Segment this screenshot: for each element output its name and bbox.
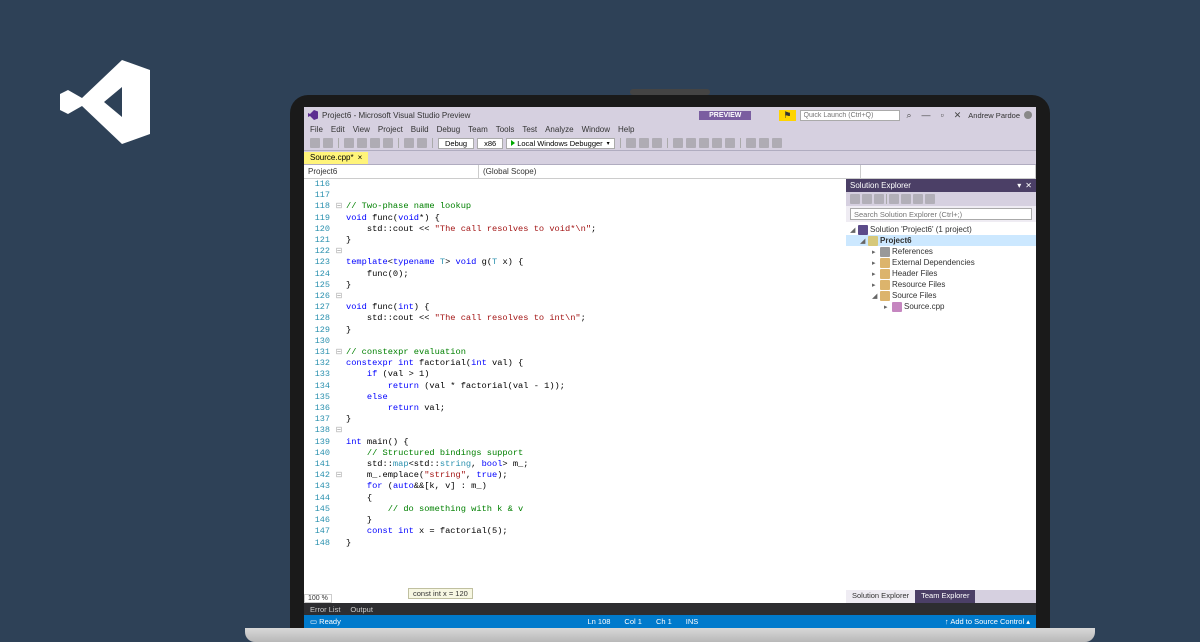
maximize-button[interactable]: ▫ (938, 110, 947, 120)
solution-explorer: Solution Explorer ▾ ✕ (846, 179, 1036, 603)
status-ready: ▭ Ready (310, 617, 341, 626)
home-icon[interactable] (850, 194, 860, 204)
solution-tree[interactable]: ◢Solution 'Project6' (1 project) ◢Projec… (846, 222, 1036, 590)
menu-help[interactable]: Help (618, 125, 634, 134)
solution-explorer-title: Solution Explorer (850, 181, 911, 190)
collapse-icon[interactable] (889, 194, 899, 204)
tree-references: ▸References (846, 246, 1036, 257)
menu-tools[interactable]: Tools (496, 125, 515, 134)
window-titlebar: Project6 - Microsoft Visual Studio Previ… (304, 107, 1036, 123)
code-editor[interactable]: 1161171181191201211221231241251261271281… (304, 179, 846, 603)
code-area[interactable]: // Two-phase name lookup void func(void*… (344, 179, 846, 603)
tab-solution-explorer[interactable]: Solution Explorer (846, 590, 915, 603)
laptop-mockup: Project6 - Microsoft Visual Studio Previ… (290, 95, 1050, 628)
vs-app-icon (308, 110, 318, 120)
close-panel-icon[interactable]: ✕ (1025, 181, 1032, 190)
navigation-bar: Project6 (Global Scope) (304, 165, 1036, 179)
preview-badge: PREVIEW (699, 111, 751, 120)
tree-source-files: ◢Source Files (846, 290, 1036, 301)
fold-gutter[interactable]: ⊟ ⊟ ⊟ ⊟ ⊟ ⊟ (334, 179, 344, 603)
document-tab-strip: Source.cpp*× (304, 151, 1036, 165)
platform-select[interactable]: x86 (477, 138, 503, 149)
main-toolbar: Debug x86 Local Windows Debugger▾ (304, 136, 1036, 151)
nav-back-icon[interactable] (310, 138, 320, 148)
document-tab-source[interactable]: Source.cpp*× (304, 152, 368, 164)
status-line: Ln 108 (587, 617, 610, 626)
toolbar-icon[interactable] (699, 138, 709, 148)
properties-icon[interactable] (913, 194, 923, 204)
solution-search-input[interactable] (850, 208, 1032, 220)
toolbar-icon[interactable] (759, 138, 769, 148)
tree-header-files: ▸Header Files (846, 268, 1036, 279)
config-select[interactable]: Debug (438, 138, 474, 149)
start-debug-button[interactable]: Local Windows Debugger▾ (506, 138, 614, 149)
tree-resource-files: ▸Resource Files (846, 279, 1036, 290)
menu-build[interactable]: Build (411, 125, 429, 134)
toolbar-icon[interactable] (639, 138, 649, 148)
open-icon[interactable] (357, 138, 367, 148)
toolbar-icon[interactable] (712, 138, 722, 148)
show-all-icon[interactable] (901, 194, 911, 204)
ide-window: Project6 - Microsoft Visual Studio Previ… (304, 107, 1036, 628)
sync-icon[interactable] (862, 194, 872, 204)
window-title: Project6 - Microsoft Visual Studio Previ… (322, 111, 470, 120)
status-ins: INS (686, 617, 699, 626)
close-button[interactable]: ✕ (951, 110, 965, 121)
tab-error-list[interactable]: Error List (310, 605, 340, 614)
nav-fwd-icon[interactable] (323, 138, 333, 148)
visual-studio-logo-icon (60, 52, 160, 152)
menu-bar: File Edit View Project Build Debug Team … (304, 123, 1036, 136)
refresh-icon[interactable] (874, 194, 884, 204)
menu-debug[interactable]: Debug (437, 125, 461, 134)
preview-icon[interactable] (925, 194, 935, 204)
tree-project: ◢Project6 (846, 235, 1036, 246)
zoom-level[interactable]: 100 % (304, 594, 332, 603)
toolbar-icon[interactable] (626, 138, 636, 148)
toolbar-icon[interactable] (746, 138, 756, 148)
tab-team-explorer[interactable]: Team Explorer (915, 590, 975, 603)
pin-icon[interactable]: ▾ (1017, 181, 1021, 190)
member-scope-select[interactable] (861, 165, 1036, 178)
redo-icon[interactable] (417, 138, 427, 148)
line-numbers: 1161171181191201211221231241251261271281… (304, 179, 334, 603)
quick-launch-input[interactable] (800, 110, 900, 121)
status-ch: Ch 1 (656, 617, 672, 626)
add-to-source-control-button[interactable]: ↑ Add to Source Control ▴ (945, 617, 1030, 626)
tree-file-source: ▸Source.cpp (846, 301, 1036, 312)
close-tab-icon[interactable]: × (358, 153, 363, 162)
menu-view[interactable]: View (353, 125, 370, 134)
menu-edit[interactable]: Edit (331, 125, 345, 134)
status-bar: ▭ Ready Ln 108 Col 1 Ch 1 INS ↑ Add to S… (304, 615, 1036, 628)
tree-solution-root: ◢Solution 'Project6' (1 project) (846, 224, 1036, 235)
bottom-panel-tabs: Error List Output (304, 603, 1036, 615)
save-icon[interactable] (370, 138, 380, 148)
menu-project[interactable]: Project (378, 125, 403, 134)
tree-external-deps: ▸External Dependencies (846, 257, 1036, 268)
signed-in-user[interactable]: Andrew Pardoe (968, 111, 1020, 120)
toolbar-icon[interactable] (673, 138, 683, 148)
save-all-icon[interactable] (383, 138, 393, 148)
undo-icon[interactable] (404, 138, 414, 148)
tab-output[interactable]: Output (350, 605, 373, 614)
search-icon[interactable]: ⌕ (904, 110, 915, 121)
new-project-icon[interactable] (344, 138, 354, 148)
menu-window[interactable]: Window (582, 125, 610, 134)
notifications-flag-icon[interactable]: ⚑ (779, 110, 795, 121)
avatar[interactable] (1024, 111, 1032, 119)
toolbar-icon[interactable] (686, 138, 696, 148)
global-scope-select[interactable]: (Global Scope) (479, 165, 861, 178)
menu-team[interactable]: Team (468, 125, 488, 134)
toolbar-icon[interactable] (652, 138, 662, 148)
menu-test[interactable]: Test (522, 125, 537, 134)
status-col: Col 1 (624, 617, 642, 626)
toolbar-icon[interactable] (725, 138, 735, 148)
minimize-button[interactable]: — (919, 110, 934, 120)
toolbar-icon[interactable] (772, 138, 782, 148)
hover-tooltip: const int x = 120 (408, 588, 473, 599)
project-scope-select[interactable]: Project6 (304, 165, 479, 178)
menu-analyze[interactable]: Analyze (545, 125, 573, 134)
panel-bottom-tabs: Solution Explorer Team Explorer (846, 590, 1036, 603)
menu-file[interactable]: File (310, 125, 323, 134)
